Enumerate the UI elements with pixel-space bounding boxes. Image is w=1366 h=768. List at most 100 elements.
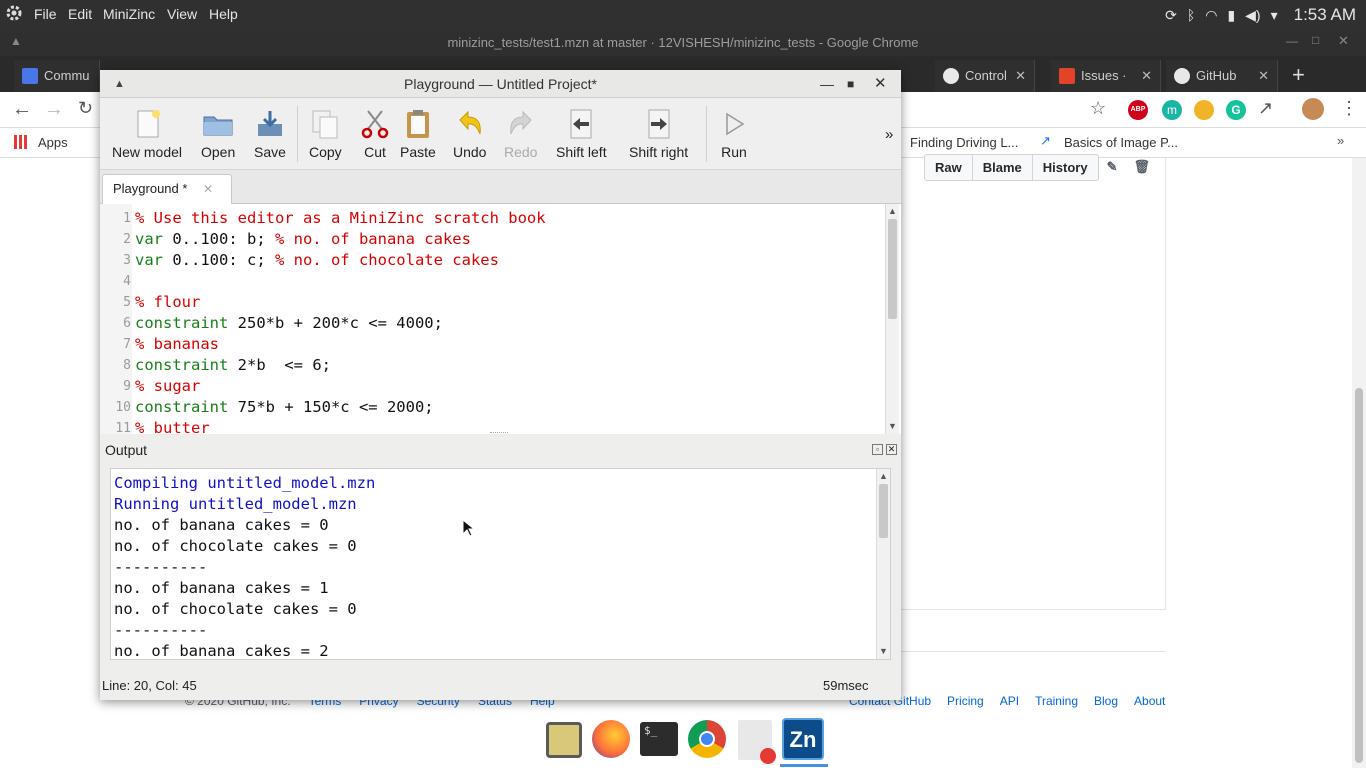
tab-issues[interactable]: Issues · ✕ [1051,60,1161,92]
bookmark-finding-driving[interactable]: Finding Driving L... [910,135,1018,150]
scroll-down-icon[interactable]: ▼ [877,645,890,658]
shift-right-button[interactable]: Shift right [629,108,688,160]
wifi-icon[interactable]: ◠ [1205,7,1217,24]
cut-button[interactable]: Cut [359,108,391,160]
menu-minizinc[interactable]: MiniZinc [103,6,155,22]
window-menu-icon[interactable]: ▲ [114,70,125,98]
grammarly-icon[interactable]: G [1226,100,1246,120]
pencil-icon[interactable]: ✎ [1099,154,1126,181]
gear-icon[interactable] [6,5,22,24]
history-button[interactable]: History [1032,154,1099,181]
toolbar-overflow-icon[interactable]: » [885,126,893,143]
forward-icon[interactable]: → [44,98,64,121]
close-tab-icon[interactable]: ✕ [1258,60,1269,92]
close-icon[interactable]: ✕ [874,70,887,98]
avatar[interactable] [1302,98,1324,120]
scrollbar-thumb[interactable] [879,484,888,538]
close-dock-icon[interactable]: ✕ [886,444,897,455]
window-titlebar[interactable]: ▲ Playground — Untitled Project* — ■ ✕ [100,70,901,98]
minimize-icon[interactable]: — [1286,34,1298,48]
output-line: Compiling untitled_model.mzn [114,474,376,492]
close-tab-icon[interactable]: ✕ [1015,60,1026,92]
tab-github[interactable]: GitHub ✕ [1166,60,1278,92]
terminal-icon[interactable]: $_ [640,722,678,756]
sync-icon[interactable]: ⟳ [1165,7,1177,24]
scrollbar-thumb[interactable] [1355,388,1363,763]
extension-m-icon[interactable]: m [1162,100,1182,120]
close-tab-icon[interactable]: ✕ [1141,60,1152,92]
extension-face-icon[interactable] [1194,100,1214,120]
menu-help[interactable]: Help [209,6,238,22]
raw-button[interactable]: Raw [924,154,973,181]
output-scrollbar[interactable]: ▲ ▼ [876,469,890,659]
clock[interactable]: 1:53 AM [1294,5,1356,25]
maximize-icon[interactable]: □ [1312,33,1319,47]
firefox-icon[interactable] [592,720,630,758]
undo-button[interactable]: Undo [453,108,486,160]
reload-icon[interactable]: ↻ [78,98,93,119]
minimize-icon[interactable]: — [820,70,834,98]
chrome-icon[interactable] [688,720,726,758]
line-number: 5 [123,295,131,310]
footer-api[interactable]: API [1000,694,1019,708]
tab-commu[interactable]: Commu [14,60,100,92]
footer-blog[interactable]: Blog [1094,694,1118,708]
bookmark-basics-image[interactable]: Basics of Image P... [1064,135,1178,150]
dock: $_ Zn [540,716,830,768]
page-scrollbar[interactable] [1352,158,1366,768]
code-editor[interactable]: 1 % Use this editor as a MiniZinc scratch… [100,204,901,434]
scroll-up-icon[interactable]: ▲ [877,470,890,483]
bookmarks-overflow-icon[interactable]: » [1337,133,1344,148]
editor-scrollbar[interactable]: ▲ ▼ [885,204,899,434]
close-tab-icon[interactable]: ✕ [203,175,213,203]
scrollbar-thumb[interactable] [888,219,897,319]
gitlab-icon [1059,68,1075,84]
footer-about[interactable]: About [1134,694,1165,708]
chrome-menu-icon[interactable]: ⋮ [1340,98,1358,119]
paste-button[interactable]: Paste [400,108,436,160]
scroll-down-icon[interactable]: ▼ [886,420,899,433]
scroll-up-icon[interactable]: ▲ [886,205,899,218]
footer-pricing[interactable]: Pricing [947,694,984,708]
bookmark-apps[interactable]: Apps [38,135,68,150]
tab-control[interactable]: Control ✕ [935,60,1035,92]
button-label: Undo [453,144,487,160]
new-tab-icon[interactable]: + [1292,62,1305,88]
menu-file[interactable]: File [34,6,57,22]
chrome-menu-up-icon[interactable]: ▲ [10,34,22,48]
new-model-button[interactable]: New model [112,108,182,160]
trash-icon[interactable]: 🗑 [1125,154,1158,181]
tab-playground[interactable]: Playground * ✕ [102,174,232,205]
menu-edit[interactable]: Edit [68,6,92,22]
splitter-handle[interactable] [490,432,508,435]
volume-icon[interactable]: ◀) [1245,7,1260,24]
bookmark-star-icon[interactable]: ☆ [1090,98,1106,119]
menu-view[interactable]: View [167,6,197,22]
back-icon[interactable]: ← [12,98,32,121]
button-label: Redo [504,144,538,160]
files-icon[interactable] [546,722,582,758]
redo-button[interactable]: Redo [504,108,537,160]
shift-left-button[interactable]: Shift left [556,108,607,160]
chevron-down-icon[interactable]: ▾ [1271,7,1278,24]
battery-icon[interactable]: ▮ [1227,7,1235,24]
new-model-icon [137,110,161,138]
save-button[interactable]: Save [254,108,286,160]
close-icon[interactable]: ✕ [1338,33,1349,49]
extension-arrow-icon[interactable]: ↗ [1258,98,1273,119]
output-console[interactable]: Compiling untitled_model.mzn Running unti… [110,468,891,660]
minizinc-icon[interactable]: Zn [782,718,824,760]
copy-button[interactable]: Copy [309,108,342,160]
open-button[interactable]: Open [201,108,235,160]
float-dock-icon[interactable]: ▫ [872,444,883,455]
bluetooth-icon[interactable]: ᛒ [1187,7,1195,23]
apps-icon[interactable] [14,135,28,149]
text-editor-icon[interactable] [738,720,776,764]
active-indicator [780,764,828,767]
run-button[interactable]: Run [718,108,750,160]
footer-training[interactable]: Training [1035,694,1078,708]
maximize-icon[interactable]: ■ [847,70,854,98]
cursor-position: Line: 20, Col: 45 [102,678,197,693]
adblock-icon[interactable]: ABP [1128,100,1148,120]
blame-button[interactable]: Blame [972,154,1033,181]
